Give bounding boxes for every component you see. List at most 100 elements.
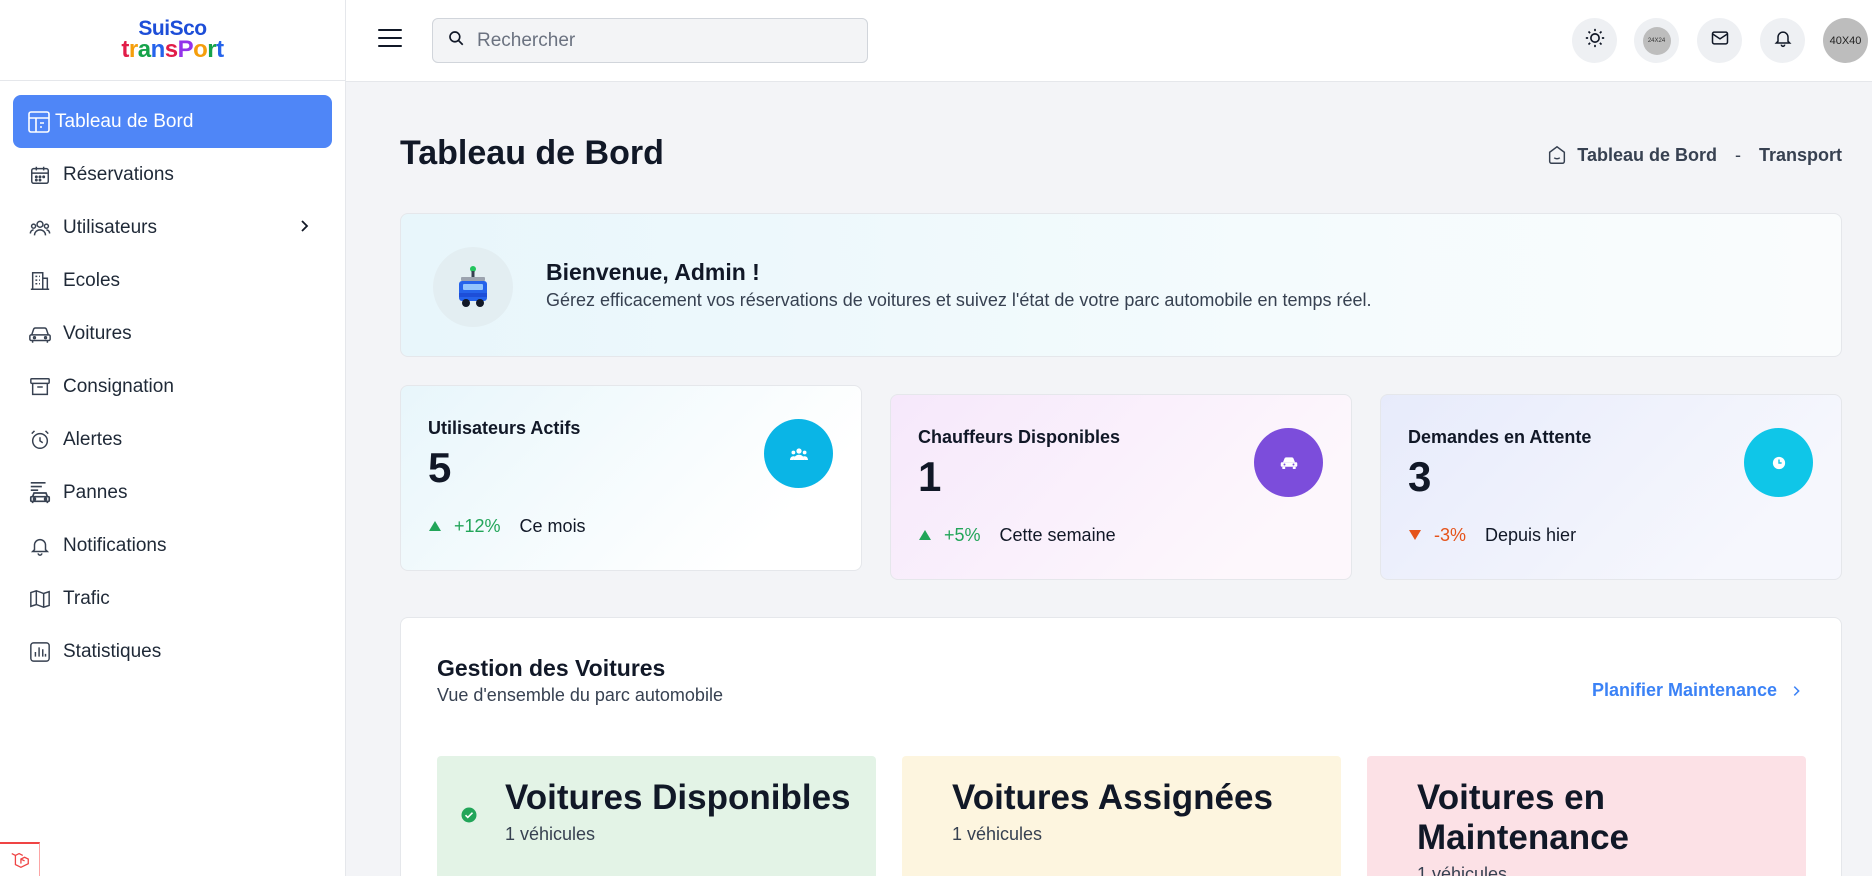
sidebar-nav: Tableau de Bord Réservations Utilisateur… bbox=[0, 81, 345, 692]
stat-card-available-drivers[interactable]: Chauffeurs Disponibles 1 +5% Cette semai… bbox=[890, 394, 1352, 580]
trend-down-icon bbox=[1408, 525, 1422, 546]
user-avatar[interactable]: 40X40 bbox=[1823, 18, 1868, 63]
stat-trend: +5% Cette semaine bbox=[918, 525, 1116, 546]
debugbar-icon[interactable] bbox=[0, 842, 40, 876]
stat-trend: +12% Ce mois bbox=[428, 516, 586, 537]
bar-chart-icon bbox=[28, 640, 52, 664]
stat-period: Depuis hier bbox=[1485, 525, 1577, 545]
topbar: 24X24 40X40 bbox=[346, 0, 1872, 82]
archive-icon bbox=[28, 375, 52, 399]
sidebar-item-label: Réservations bbox=[63, 163, 174, 185]
sidebar-item-tableau-de-bord[interactable]: Tableau de Bord bbox=[13, 95, 332, 148]
fleet-card-maintenance[interactable]: Voitures en Maintenance 1 véhicules bbox=[1367, 756, 1806, 876]
sidebar-item-label: Notifications bbox=[63, 534, 167, 556]
sidebar-item-reservations[interactable]: Réservations bbox=[13, 148, 332, 201]
theme-toggle-button[interactable] bbox=[1572, 18, 1617, 63]
stat-value: 5 bbox=[428, 444, 452, 491]
home-icon bbox=[1546, 144, 1568, 166]
stat-label: Utilisateurs Actifs bbox=[428, 418, 581, 438]
building-icon bbox=[28, 269, 52, 293]
sidebar-item-label: Statistiques bbox=[63, 640, 162, 662]
sidebar-item-pannes[interactable]: Pannes bbox=[13, 466, 332, 519]
page-title: Tableau de Bord bbox=[400, 134, 664, 172]
sidebar-item-label: Pannes bbox=[63, 481, 128, 503]
search-icon bbox=[447, 29, 465, 52]
fleet-card-assigned[interactable]: Voitures Assignées 1 véhicules bbox=[902, 756, 1341, 876]
stat-trend: -3% Depuis hier bbox=[1408, 525, 1576, 546]
stat-change: +12% bbox=[454, 516, 501, 536]
bell-icon bbox=[28, 534, 52, 558]
fleet-card-title: Voitures en Maintenance bbox=[1417, 778, 1629, 857]
app-logo[interactable]: SuiSco transPort bbox=[0, 0, 345, 81]
car-icon bbox=[28, 322, 52, 346]
chevron-right-icon bbox=[1789, 684, 1803, 698]
trend-up-icon bbox=[428, 516, 442, 537]
welcome-text: Gérez efficacement vos réservations de v… bbox=[546, 290, 1372, 310]
calendar-icon bbox=[28, 163, 52, 187]
stat-value: 1 bbox=[918, 453, 942, 500]
check-circle-icon bbox=[461, 807, 477, 828]
sidebar-item-label: Trafic bbox=[63, 587, 110, 609]
search-input[interactable] bbox=[477, 29, 857, 52]
fleet-card-count: 1 véhicules bbox=[1417, 864, 1508, 876]
bell-icon bbox=[1773, 28, 1793, 53]
sidebar-item-notifications[interactable]: Notifications bbox=[13, 519, 332, 572]
fleet-card-title: Voitures Disponibles bbox=[505, 778, 851, 817]
cable-car-icon bbox=[433, 247, 513, 327]
fleet-card-count: 1 véhicules bbox=[952, 824, 1043, 844]
sidebar-item-utilisateurs[interactable]: Utilisateurs bbox=[13, 201, 332, 254]
logo-text-bottom: transPort bbox=[121, 36, 224, 63]
sidebar-item-voitures[interactable]: Voitures bbox=[13, 307, 332, 360]
chevron-right-icon[interactable] bbox=[296, 218, 312, 240]
welcome-card: Bienvenue, Admin ! Gérez efficacement vo… bbox=[400, 213, 1842, 357]
notifications-button[interactable] bbox=[1760, 18, 1805, 63]
messages-button[interactable] bbox=[1697, 18, 1742, 63]
trend-up-icon bbox=[918, 525, 932, 546]
stat-card-active-users[interactable]: Utilisateurs Actifs 5 +12% Ce mois bbox=[400, 385, 862, 571]
sidebar-item-label: Tableau de Bord bbox=[55, 110, 194, 132]
clock-icon bbox=[1744, 428, 1813, 497]
stat-label: Demandes en Attente bbox=[1408, 427, 1592, 447]
schedule-maintenance-label: Planifier Maintenance bbox=[1591, 680, 1777, 700]
stat-label: Chauffeurs Disponibles bbox=[918, 427, 1121, 447]
schedule-maintenance-link[interactable]: Planifier Maintenance bbox=[1592, 680, 1803, 701]
stat-period: Ce mois bbox=[519, 516, 586, 536]
sidebar-item-label: Voitures bbox=[63, 322, 132, 344]
stat-change: -3% bbox=[1434, 525, 1467, 545]
dashboard-icon bbox=[27, 110, 51, 134]
sidebar-item-alertes[interactable]: Alertes bbox=[13, 413, 332, 466]
search-box[interactable] bbox=[432, 18, 868, 63]
mail-icon bbox=[1710, 28, 1730, 53]
stat-period: Cette semaine bbox=[999, 525, 1116, 545]
sidebar-item-label: Ecoles bbox=[63, 269, 121, 291]
breadcrumb: Tableau de Bord - Transport bbox=[1546, 144, 1842, 166]
sidebar-item-statistiques[interactable]: Statistiques bbox=[13, 625, 332, 678]
users-icon bbox=[764, 419, 833, 488]
breadcrumb-item[interactable]: Tableau de Bord bbox=[1577, 145, 1717, 166]
menu-toggle-icon[interactable] bbox=[378, 29, 402, 49]
sidebar-item-label: Utilisateurs bbox=[63, 216, 157, 238]
language-button[interactable]: 24X24 bbox=[1634, 18, 1679, 63]
fleet-card-title: Voitures Assignées bbox=[952, 778, 1273, 817]
stat-card-pending-requests[interactable]: Demandes en Attente 3 -3% Depuis hier bbox=[1380, 394, 1842, 580]
map-icon bbox=[28, 587, 52, 611]
panel-subtitle: Vue d'ensemble du parc automobile bbox=[437, 685, 723, 705]
fleet-management-panel: Gestion des Voitures Vue d'ensemble du p… bbox=[400, 617, 1842, 876]
car-icon bbox=[1254, 428, 1323, 497]
breadcrumb-item-current: Transport bbox=[1758, 144, 1842, 165]
sidebar-item-label: Consignation bbox=[63, 375, 174, 397]
language-flag-placeholder: 24X24 bbox=[1642, 26, 1671, 55]
sun-icon bbox=[1584, 27, 1606, 54]
panel-title: Gestion des Voitures bbox=[437, 655, 666, 681]
sidebar-item-consignation[interactable]: Consignation bbox=[13, 360, 332, 413]
sidebar: SuiSco transPort Tableau de Bord Réserva… bbox=[0, 0, 346, 876]
fleet-card-available[interactable]: Voitures Disponibles 1 véhicules bbox=[437, 756, 876, 876]
breadcrumb-separator: - bbox=[1734, 144, 1741, 165]
stat-value: 3 bbox=[1408, 453, 1432, 500]
car-repair-icon bbox=[28, 481, 52, 505]
welcome-title: Bienvenue, Admin ! bbox=[546, 259, 760, 285]
stat-change: +5% bbox=[944, 525, 981, 545]
sidebar-item-trafic[interactable]: Trafic bbox=[13, 572, 332, 625]
users-icon bbox=[28, 216, 52, 240]
sidebar-item-ecoles[interactable]: Ecoles bbox=[13, 254, 332, 307]
